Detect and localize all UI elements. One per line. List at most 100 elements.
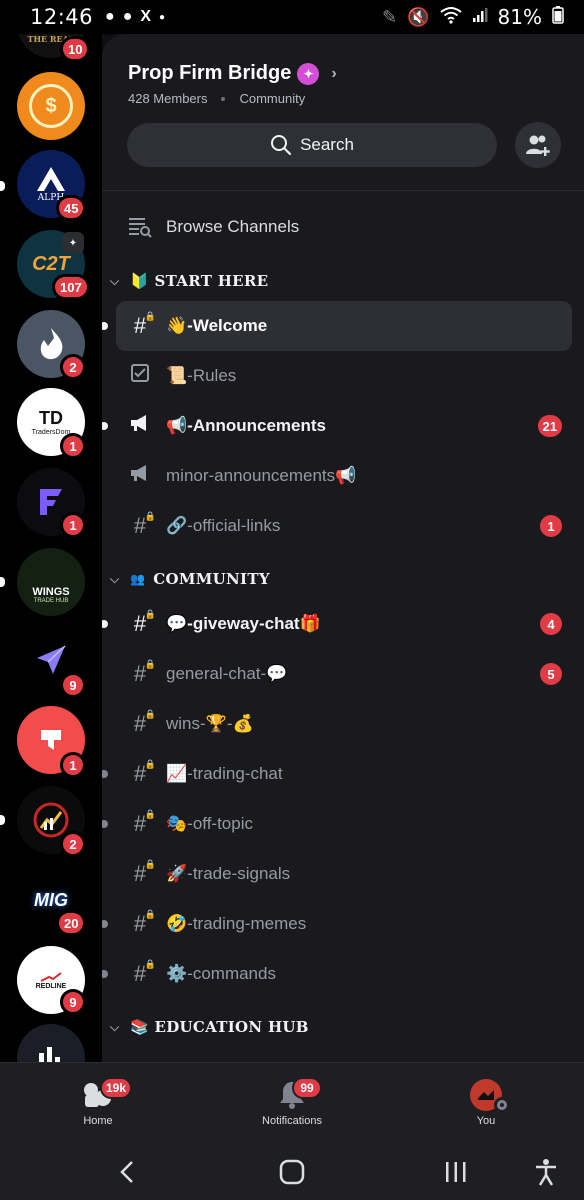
channel-official-links[interactable]: # 🔒 🔗-official-links 1 <box>116 501 572 551</box>
locked-text-channel-icon: # 🔒 <box>133 859 156 886</box>
channel-trade-signals[interactable]: # 🔒 🚀-trade-signals <box>116 849 572 899</box>
search-label: Search <box>300 135 354 154</box>
channel-label: general-chat-💬 <box>166 664 288 683</box>
channel-label: 🚀-trade-signals <box>166 864 291 883</box>
server-tag: Community <box>239 91 306 106</box>
announcement-channel-icon <box>128 413 152 439</box>
coin-icon: $ <box>29 84 73 128</box>
category-start-here[interactable]: ⌵ 🔰 START HERE <box>102 261 584 301</box>
back-chevron-icon <box>120 1161 133 1183</box>
announcement-channel-icon <box>128 463 152 489</box>
search-icon <box>271 135 292 156</box>
channel-panel: Prop Firm Bridge ✦ › 428 Members Communi… <box>102 34 584 1062</box>
channel-label: 🤣-trading-memes <box>166 914 307 933</box>
battery-icon <box>552 5 564 29</box>
status-system-icons: ✎ 🔇 81% <box>382 5 564 29</box>
home-badge: 19k <box>100 1077 133 1099</box>
category-label: COMMUNITY <box>153 570 270 588</box>
mention-badge: 5 <box>540 663 562 685</box>
invite-members-button[interactable] <box>515 122 561 168</box>
back-button[interactable] <box>108 1152 148 1192</box>
server-icon-bars[interactable] <box>17 1024 85 1062</box>
avatar-logo-icon <box>478 1090 494 1100</box>
divider <box>102 190 584 191</box>
home-system-button[interactable] <box>272 1152 312 1192</box>
server-title-row[interactable]: Prop Firm Bridge ✦ › <box>128 62 584 85</box>
channel-giveway-chat[interactable]: # 🔒 💬-giveway-chat🎁 4 <box>102 599 572 649</box>
bell-icon: 99 <box>272 1075 322 1115</box>
reddit-icon: ● <box>105 8 115 25</box>
x-icon: X <box>140 8 152 25</box>
browse-channels-button[interactable]: Browse Channels <box>102 199 584 255</box>
redline-logo-icon <box>40 971 62 982</box>
server-name: Prop Firm Bridge <box>128 62 292 84</box>
search-button[interactable]: Search <box>127 123 497 167</box>
tab-label: You <box>476 1115 496 1127</box>
mention-badge: 1 <box>540 515 562 537</box>
channel-general-chat[interactable]: # 🔒 general-chat-💬 5 <box>116 649 572 699</box>
channel-welcome[interactable]: # 🔒 👋-Welcome <box>102 301 572 351</box>
channel-trading-memes[interactable]: # 🔒 🤣-trading-memes <box>102 899 572 949</box>
server-badge: 1 <box>60 752 86 778</box>
search-row: Search <box>102 122 584 168</box>
tab-notifications[interactable]: 99 Notifications <box>242 1075 342 1127</box>
unread-pip <box>0 577 5 587</box>
bottom-nav: 19k Home 99 Notifications You <box>0 1062 584 1142</box>
unread-dot <box>102 422 108 430</box>
accessibility-button[interactable] <box>526 1152 566 1192</box>
server-badge: 2 <box>60 354 86 380</box>
channel-label: ⚙️-commands <box>166 964 276 983</box>
server-logo-text: MIG <box>34 889 68 910</box>
channel-minor-announcements[interactable]: minor-announcements📢 <box>116 451 572 501</box>
locked-text-channel-icon: # 🔒 <box>133 511 156 538</box>
home-icon: 19k <box>78 1075 133 1115</box>
flame-logo-icon <box>40 328 63 360</box>
recents-icon <box>446 1162 466 1182</box>
channel-trading-chat[interactable]: # 🔒 📈-trading-chat <box>102 749 572 799</box>
server-rail: THE REAL 10 $ ALPH 45 C2T ✦ 107 2 TD Tra… <box>0 0 102 1062</box>
server-icon-wings[interactable]: WINGS TRADE HUB <box>17 548 85 616</box>
mention-badge: 21 <box>537 415 562 437</box>
server-folder-icon: ✦ <box>62 232 84 254</box>
server-logo-text: TD <box>39 408 63 428</box>
server-icon-make-money-online[interactable]: $ <box>17 72 85 140</box>
locked-text-channel-icon: # 🔒 <box>133 709 156 736</box>
server-header: Prop Firm Bridge ✦ › 428 Members Communi… <box>102 34 584 106</box>
tab-you[interactable]: You <box>436 1075 536 1127</box>
add-member-icon <box>526 135 550 156</box>
category-education-hub[interactable]: ⌵ 📚 EDUCATION HUB <box>102 1007 584 1047</box>
channel-wins[interactable]: # 🔒 wins-🏆-💰 <box>116 699 572 749</box>
status-time: 12:46 <box>30 5 94 29</box>
channel-commands[interactable]: # 🔒 ⚙️-commands <box>102 949 572 999</box>
bars-logo-icon <box>39 1047 60 1062</box>
accessibility-icon <box>536 1159 556 1186</box>
category-community[interactable]: ⌵ 👥 COMMUNITY <box>102 559 584 599</box>
channel-off-topic[interactable]: # 🔒 🎭-off-topic <box>102 799 572 849</box>
mention-badge: 4 <box>540 613 562 635</box>
chevron-right-icon: › <box>331 64 337 82</box>
tab-home[interactable]: 19k Home <box>48 1075 148 1127</box>
battery-level: 81% <box>497 5 542 29</box>
server-badge: 20 <box>56 910 87 936</box>
channel-label: 💬-giveway-chat🎁 <box>166 614 321 633</box>
rules-channel-icon <box>128 363 152 389</box>
tab-label: Notifications <box>262 1115 322 1127</box>
server-badge: 9 <box>60 989 86 1015</box>
locked-text-channel-icon: # 🔒 <box>133 809 156 836</box>
locked-text-channel-icon: # 🔒 <box>133 759 156 786</box>
locked-text-channel-icon: # 🔒 <box>133 959 156 986</box>
locked-text-channel-icon: # 🔒 <box>133 609 156 636</box>
wifi-icon <box>439 6 462 29</box>
channel-announcements[interactable]: 📢-Announcements 21 <box>102 401 572 451</box>
server-logo-text: WINGS <box>32 586 70 598</box>
server-badge: 10 <box>60 36 91 62</box>
browse-channels-icon <box>129 218 152 238</box>
chevron-down-icon: ⌵ <box>110 571 120 586</box>
category-label: 🔰 START HERE <box>130 272 269 290</box>
signal-icon <box>472 7 488 28</box>
channel-label: 📢-Announcements <box>166 416 327 435</box>
channel-label: 📜-Rules <box>166 366 237 385</box>
channel-rules[interactable]: 📜-Rules <box>116 351 572 401</box>
tab-label: Home <box>83 1115 113 1127</box>
recents-button[interactable] <box>436 1152 476 1192</box>
